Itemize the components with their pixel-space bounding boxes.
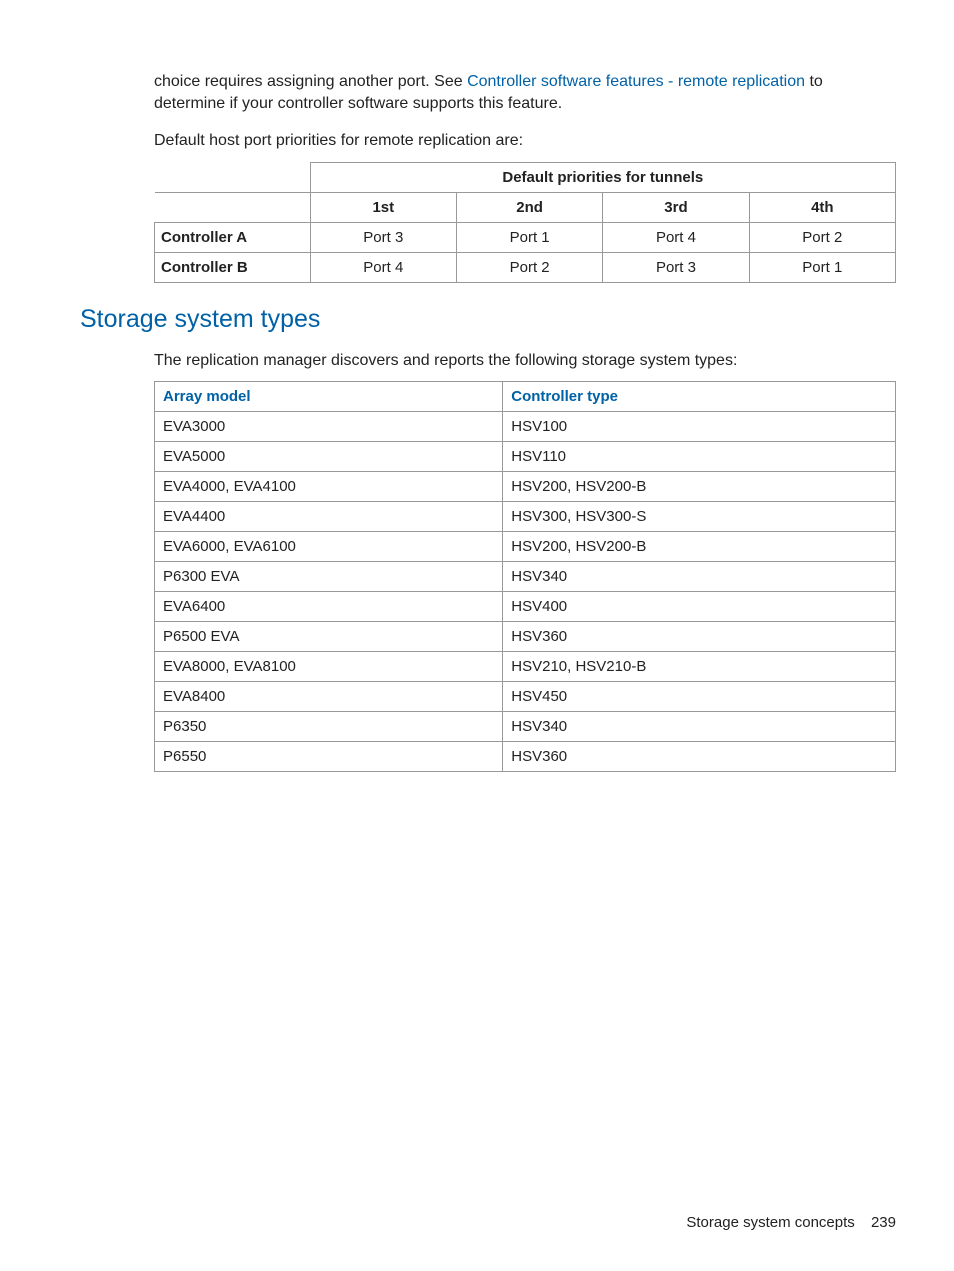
priorities-header-empty2 [155,192,311,222]
cell-controller: HSV300, HSV300-S [503,502,896,532]
table-row: EVA4400HSV300, HSV300-S [155,502,896,532]
table-row: Controller B Port 4 Port 2 Port 3 Port 1 [155,252,896,282]
priorities-col-2: 2nd [456,192,602,222]
cell-model: P6500 EVA [155,622,503,652]
table-row: P6350HSV340 [155,712,896,742]
cell: Port 4 [310,252,456,282]
footer-text: Storage system concepts [686,1214,854,1231]
cell-model: P6350 [155,712,503,742]
storage-col-model: Array model [155,382,503,412]
table-row: EVA3000HSV100 [155,412,896,442]
remote-replication-link[interactable]: Controller software features - remote re… [467,73,805,90]
cell-model: EVA4400 [155,502,503,532]
section-intro: The replication manager discovers and re… [154,350,896,372]
table-row: EVA6000, EVA6100HSV200, HSV200-B [155,532,896,562]
cell-controller: HSV450 [503,682,896,712]
cell: Port 1 [749,252,895,282]
cell-model: P6550 [155,742,503,772]
storage-col-controller: Controller type [503,382,896,412]
cell-controller: HSV400 [503,592,896,622]
intro-paragraph-2: Default host port priorities for remote … [154,130,896,152]
footer-page-number: 239 [871,1214,896,1231]
priorities-col-3: 3rd [603,192,749,222]
intro-text-before-link: choice requires assigning another port. … [154,73,467,90]
cell-controller: HSV200, HSV200-B [503,532,896,562]
cell-controller: HSV360 [503,622,896,652]
table-row: Controller A Port 3 Port 1 Port 4 Port 2 [155,222,896,252]
cell-model: P6300 EVA [155,562,503,592]
cell-controller: HSV100 [503,412,896,442]
cell-controller: HSV360 [503,742,896,772]
table-row: EVA6400HSV400 [155,592,896,622]
table-row: EVA5000HSV110 [155,442,896,472]
storage-table: Array model Controller type EVA3000HSV10… [154,381,896,772]
cell: Port 4 [603,222,749,252]
cell-controller: HSV210, HSV210-B [503,652,896,682]
table-row: EVA4000, EVA4100HSV200, HSV200-B [155,472,896,502]
priorities-header-empty [155,162,311,192]
table-row: P6550HSV360 [155,742,896,772]
cell: Port 2 [456,252,602,282]
row-label: Controller A [155,222,311,252]
priorities-col-1: 1st [310,192,456,222]
cell-model: EVA3000 [155,412,503,442]
cell-model: EVA6400 [155,592,503,622]
table-row: EVA8000, EVA8100HSV210, HSV210-B [155,652,896,682]
table-row: P6300 EVAHSV340 [155,562,896,592]
cell-model: EVA5000 [155,442,503,472]
priorities-table: Default priorities for tunnels 1st 2nd 3… [154,162,896,283]
cell: Port 2 [749,222,895,252]
page-footer: Storage system concepts 239 [686,1214,896,1231]
cell: Port 3 [603,252,749,282]
cell-model: EVA8400 [155,682,503,712]
cell: Port 3 [310,222,456,252]
priorities-col-4: 4th [749,192,895,222]
table-row: P6500 EVAHSV360 [155,622,896,652]
intro-paragraph-1: choice requires assigning another port. … [154,71,896,114]
cell-model: EVA4000, EVA4100 [155,472,503,502]
row-label: Controller B [155,252,311,282]
cell-controller: HSV200, HSV200-B [503,472,896,502]
cell-controller: HSV340 [503,712,896,742]
priorities-group-header: Default priorities for tunnels [310,162,895,192]
cell-controller: HSV110 [503,442,896,472]
cell: Port 1 [456,222,602,252]
section-heading-storage-system-types: Storage system types [80,305,896,334]
cell-controller: HSV340 [503,562,896,592]
cell-model: EVA8000, EVA8100 [155,652,503,682]
table-row: EVA8400HSV450 [155,682,896,712]
cell-model: EVA6000, EVA6100 [155,532,503,562]
